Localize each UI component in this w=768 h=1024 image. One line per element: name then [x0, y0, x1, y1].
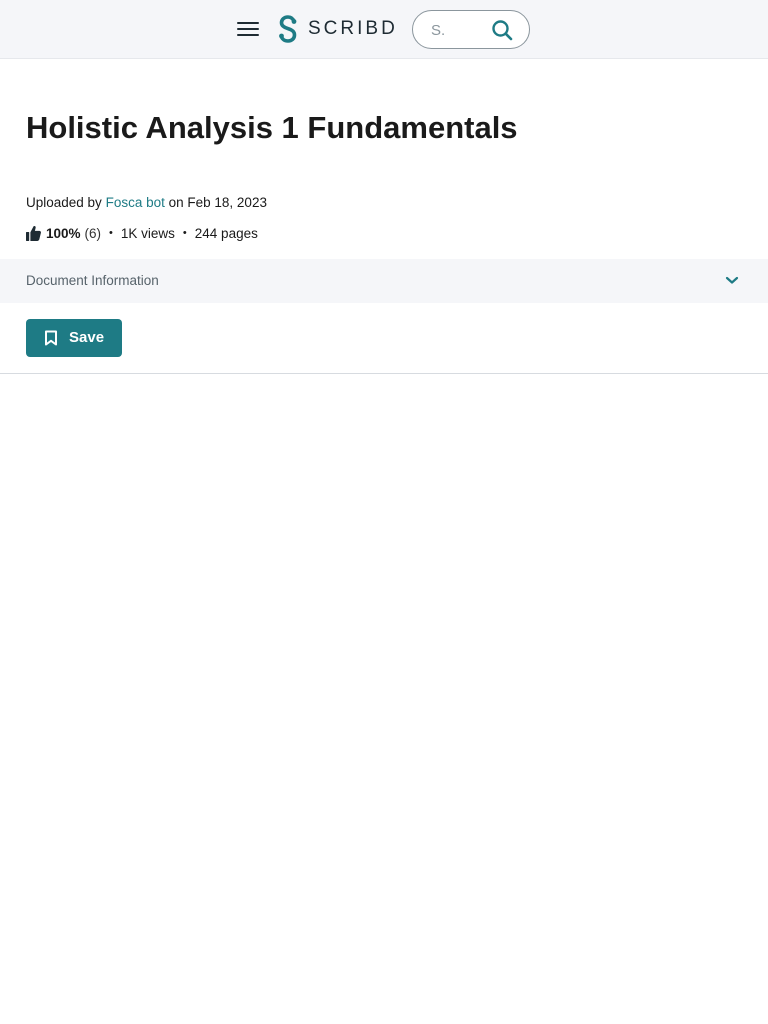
- uploaded-by-label: Uploaded by: [26, 195, 102, 210]
- top-navigation-bar: SCRIBD: [0, 0, 768, 59]
- separator-dot: •: [109, 227, 113, 239]
- save-button-label: Save: [69, 329, 105, 346]
- scribd-logo[interactable]: SCRIBD: [276, 15, 398, 43]
- author-link[interactable]: Fosca bot: [106, 195, 165, 210]
- hamburger-menu-icon[interactable]: [236, 19, 260, 39]
- page-count: 244 pages: [194, 225, 258, 241]
- chevron-down-icon: [725, 276, 739, 284]
- thumbs-up-icon: [26, 226, 41, 241]
- upload-date: on Feb 18, 2023: [168, 195, 267, 210]
- document-information-label: Document Information: [26, 273, 159, 288]
- search-input[interactable]: [429, 20, 489, 40]
- bookmark-icon: [45, 330, 57, 346]
- document-information-toggle[interactable]: Document Information: [0, 259, 768, 303]
- logo-wordmark: SCRIBD: [308, 18, 398, 39]
- rating-percent: 100%: [46, 225, 81, 241]
- rating-count: (6): [84, 225, 102, 241]
- document-title: Holistic Analysis 1 Fundamentals: [26, 110, 518, 145]
- search-icon[interactable]: [491, 19, 513, 41]
- view-count: 1K views: [120, 225, 175, 241]
- save-button[interactable]: Save: [26, 319, 122, 357]
- section-divider: [0, 373, 768, 374]
- scribd-logo-icon: [279, 15, 297, 43]
- upload-info: Uploaded by Fosca bot on Feb 18, 2023: [26, 195, 267, 210]
- search-box[interactable]: [412, 10, 530, 49]
- document-stats: 100% (6) • 1K views • 244 pages: [26, 223, 258, 243]
- separator-dot: •: [182, 227, 187, 239]
